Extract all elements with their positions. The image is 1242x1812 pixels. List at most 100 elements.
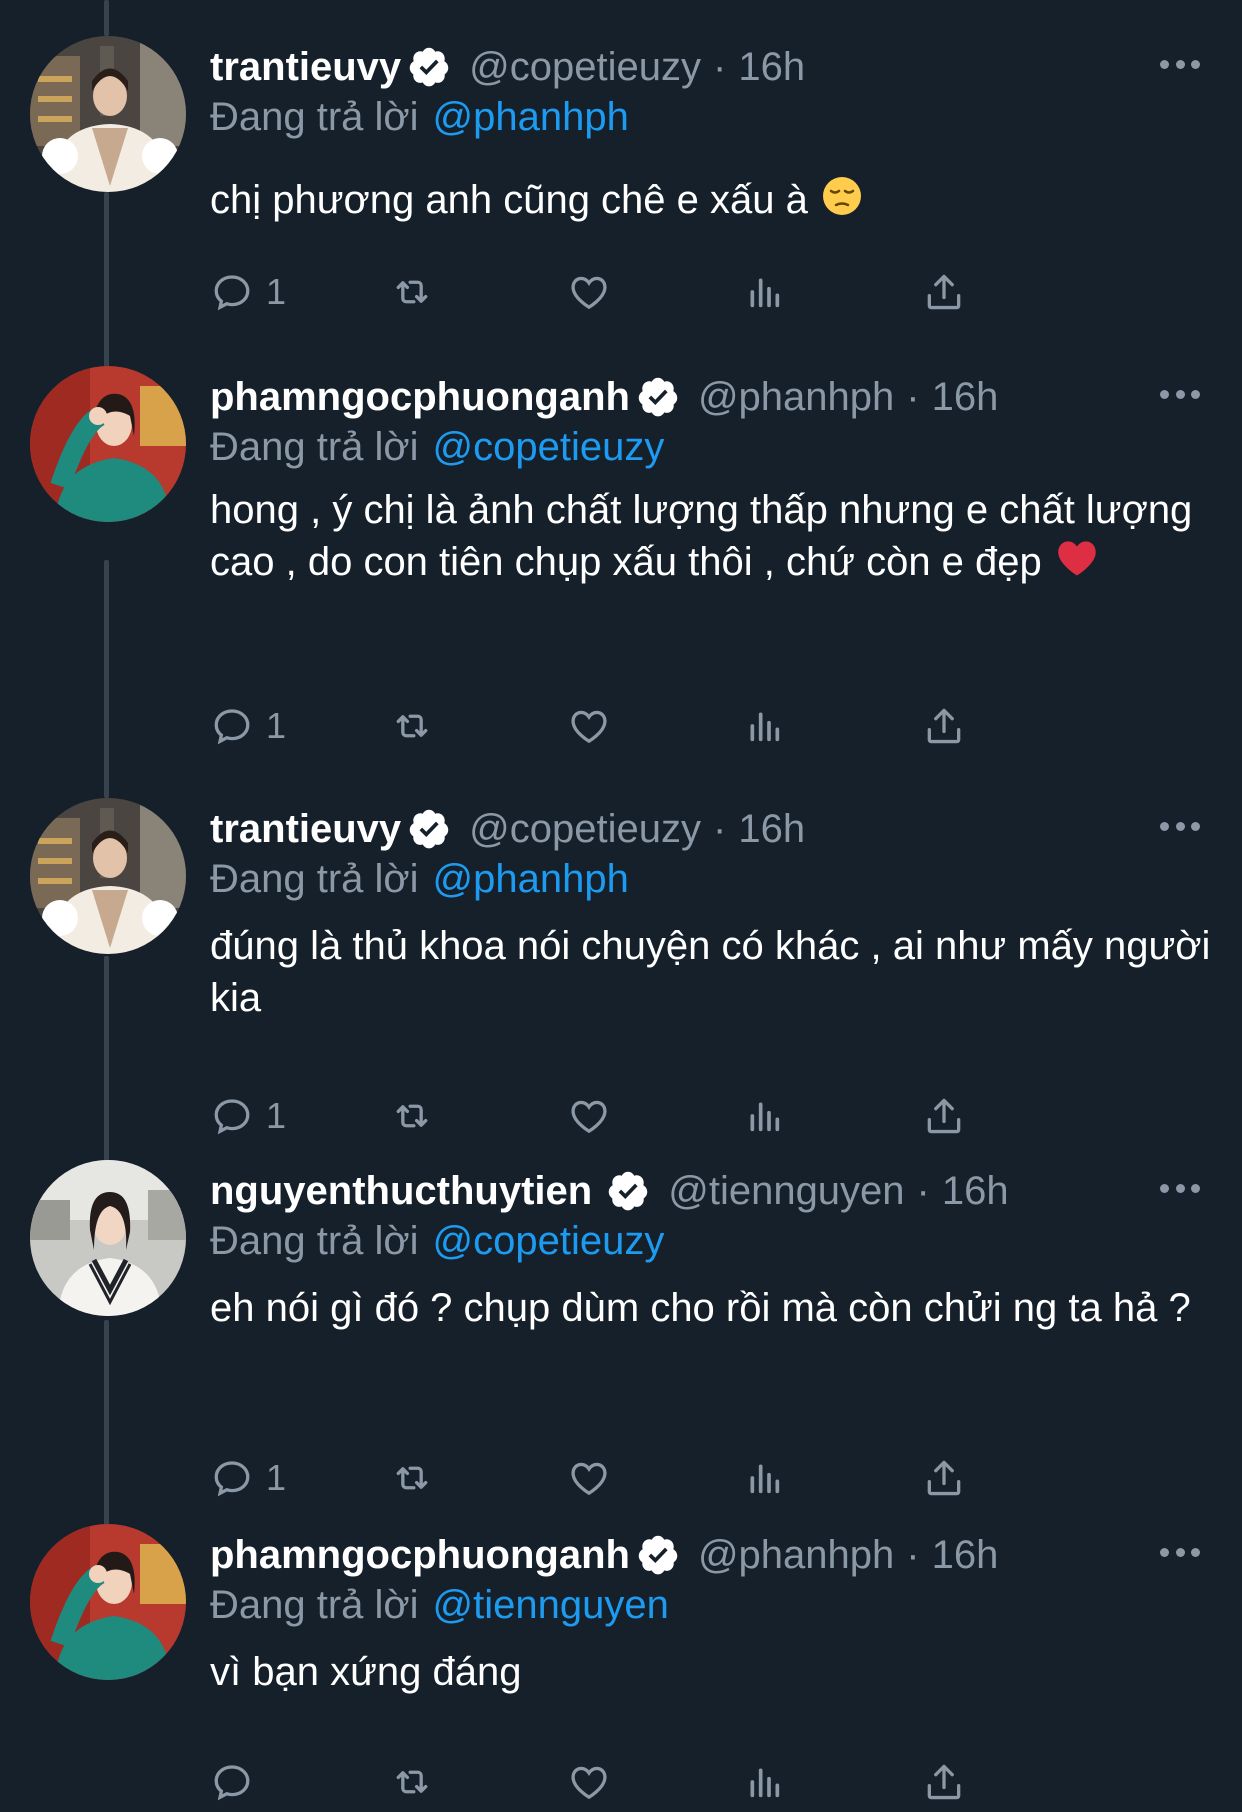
views-button[interactable] — [744, 262, 784, 322]
mention-link[interactable]: @copetieuzy — [433, 1219, 665, 1263]
reply-button[interactable]: 1 — [210, 1448, 286, 1508]
separator: · — [713, 807, 727, 851]
reply-count: 1 — [266, 1457, 287, 1498]
display-name[interactable]: trantieuvy — [210, 804, 401, 854]
mention-link[interactable]: @phanhph — [433, 857, 629, 901]
handle[interactable]: @tiennguyen — [668, 1166, 904, 1216]
like-button[interactable] — [566, 696, 612, 756]
reply-button[interactable] — [210, 1752, 266, 1812]
tweet-text-body: eh nói gì đó ? chụp dùm cho rồi mà còn c… — [210, 1286, 1191, 1330]
like-icon — [571, 710, 607, 744]
share-button[interactable] — [922, 1086, 966, 1146]
like-icon — [571, 276, 607, 310]
display-name[interactable]: phamngocphuonganh — [210, 372, 630, 422]
replying-to-label: Đang trả lời — [210, 1219, 419, 1263]
share-icon — [927, 1460, 961, 1496]
like-icon — [571, 1462, 607, 1496]
verified-badge-icon — [636, 375, 680, 419]
handle[interactable]: @phanhph — [698, 1530, 894, 1580]
retweet-icon — [396, 1104, 428, 1128]
avatar[interactable] — [30, 36, 186, 192]
share-button[interactable] — [922, 262, 966, 322]
reply-button[interactable]: 1 — [210, 1086, 286, 1146]
reply-button[interactable]: 1 — [210, 696, 286, 756]
retweet-icon — [396, 1466, 428, 1490]
red-heart-icon — [1056, 538, 1098, 591]
handle[interactable]: @copetieuzy — [469, 42, 701, 92]
replying-to-label: Đang trả lời — [210, 95, 419, 139]
share-button[interactable] — [922, 1448, 966, 1508]
timestamp[interactable]: 16h — [932, 1530, 999, 1580]
views-button[interactable] — [744, 1448, 784, 1508]
views-icon — [750, 1768, 780, 1798]
retweet-button[interactable] — [388, 1448, 436, 1508]
views-button[interactable] — [744, 696, 784, 756]
retweet-button[interactable] — [388, 1086, 436, 1146]
reply-icon — [214, 1461, 250, 1497]
mention-link[interactable]: @copetieuzy — [433, 425, 665, 469]
reply-icon — [214, 275, 250, 311]
views-button[interactable] — [744, 1086, 784, 1146]
tweet-text-body: đúng là thủ khoa nói chuyện có khác , ai… — [210, 924, 1211, 1020]
retweet-icon — [396, 714, 428, 738]
replying-to: Đang trả lời @tiennguyen — [210, 1580, 669, 1630]
avatar[interactable] — [30, 1160, 186, 1316]
timestamp[interactable]: 16h — [738, 42, 805, 92]
reply-button[interactable]: 1 — [210, 262, 286, 322]
reply-icon — [214, 1765, 250, 1801]
views-button[interactable] — [744, 1752, 784, 1812]
timestamp[interactable]: 16h — [932, 372, 999, 422]
reply-icon — [214, 1099, 250, 1135]
handle[interactable]: @phanhph — [698, 372, 894, 422]
avatar[interactable] — [30, 366, 186, 522]
separator: · — [906, 375, 920, 419]
like-icon — [571, 1766, 607, 1800]
tweet-actions: 1 — [210, 262, 1110, 322]
tweet-actions: 1 — [210, 1086, 1110, 1146]
replying-to: Đang trả lời @copetieuzy — [210, 1216, 664, 1266]
mention-link[interactable]: @tiennguyen — [433, 1583, 669, 1627]
retweet-button[interactable] — [388, 1752, 436, 1812]
reply-count: 1 — [266, 271, 287, 312]
like-button[interactable] — [566, 1752, 612, 1812]
tweet-text: hong , ý chị là ảnh chất lượng thấp nhưn… — [210, 484, 1210, 591]
tweet-text: vì bạn xứng đáng — [210, 1646, 1200, 1698]
display-name[interactable]: trantieuvy — [210, 42, 401, 92]
thread-line — [104, 956, 109, 1162]
share-button[interactable] — [922, 696, 966, 756]
more-icon[interactable] — [1160, 1176, 1200, 1200]
share-button[interactable] — [922, 1752, 966, 1812]
like-button[interactable] — [566, 1448, 612, 1508]
tweet-actions: 1 — [210, 1448, 1110, 1508]
like-button[interactable] — [566, 262, 612, 322]
more-icon[interactable] — [1160, 1540, 1200, 1564]
tweet-text: đúng là thủ khoa nói chuyện có khác , ai… — [210, 920, 1220, 1024]
tweet-text-body: vì bạn xứng đáng — [210, 1650, 522, 1694]
handle[interactable]: @copetieuzy — [469, 804, 701, 854]
views-icon — [750, 1464, 780, 1494]
more-icon[interactable] — [1160, 814, 1200, 838]
avatar[interactable] — [30, 798, 186, 954]
more-icon[interactable] — [1160, 52, 1200, 76]
more-icon[interactable] — [1160, 382, 1200, 406]
retweet-icon — [396, 280, 428, 304]
reply-count: 1 — [266, 705, 287, 746]
mention-link[interactable]: @phanhph — [433, 95, 629, 139]
display-name[interactable]: nguyenthucthuytien — [210, 1166, 592, 1216]
retweet-button[interactable] — [388, 262, 436, 322]
like-button[interactable] — [566, 1086, 612, 1146]
display-name[interactable]: phamngocphuonganh — [210, 1530, 630, 1580]
replying-to-label: Đang trả lời — [210, 425, 419, 469]
separator: · — [906, 1533, 920, 1577]
verified-badge-icon — [606, 1169, 650, 1213]
avatar[interactable] — [30, 1524, 186, 1680]
timestamp[interactable]: 16h — [942, 1166, 1009, 1216]
thread-line — [104, 560, 109, 798]
replying-to: Đang trả lời @phanhph — [210, 92, 629, 142]
thread-line — [104, 1320, 109, 1526]
timestamp[interactable]: 16h — [738, 804, 805, 854]
verified-badge-icon — [407, 45, 451, 89]
retweet-button[interactable] — [388, 696, 436, 756]
share-icon — [927, 708, 961, 744]
tweet-actions: 1 — [210, 696, 1110, 756]
